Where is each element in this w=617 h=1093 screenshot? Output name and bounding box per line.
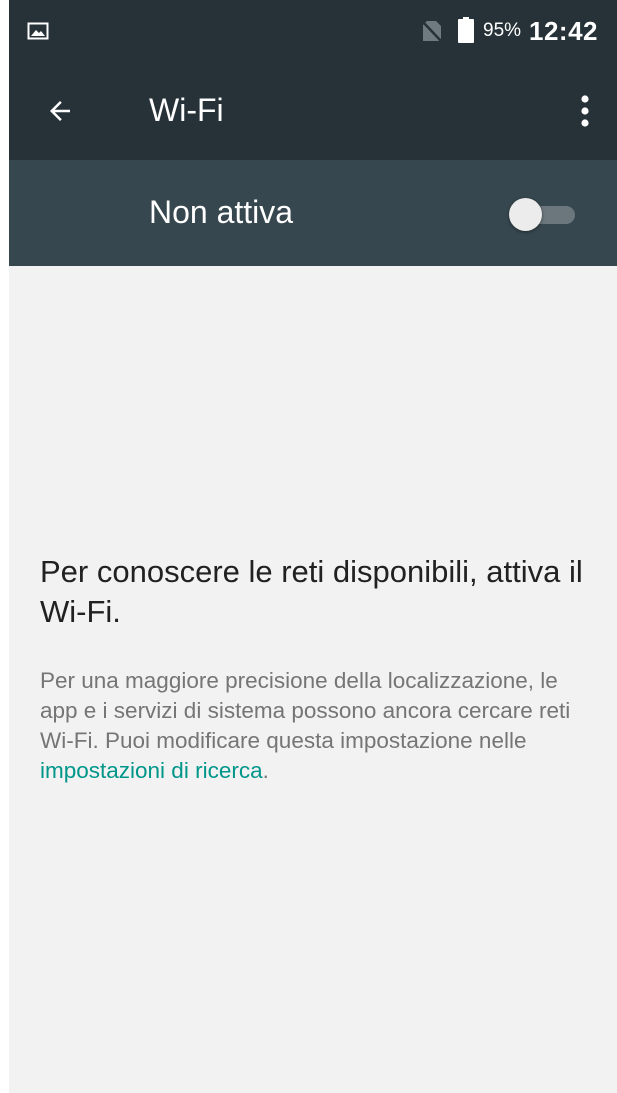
battery-icon [458, 17, 474, 43]
wifi-settings-screen: 95% 12:42 Wi-Fi Non attiva Per conoscere… [9, 0, 617, 1093]
description-end: . [262, 758, 269, 783]
wifi-master-switch-bar[interactable]: Non attiva [9, 160, 617, 266]
empty-state-description: Per una maggiore precisione della locali… [40, 666, 600, 786]
scan-settings-link[interactable]: impostazioni di ricerca [40, 758, 263, 783]
toolbar: Wi-Fi [9, 62, 617, 160]
status-bar: 95% 12:42 [9, 0, 617, 62]
battery-percent: 95% [483, 20, 522, 41]
wifi-toggle[interactable] [507, 198, 579, 231]
overflow-menu-button[interactable] [561, 84, 609, 138]
wifi-switch-label: Non attiva [149, 194, 294, 230]
toggle-thumb [509, 198, 542, 231]
arrow-back-icon [50, 101, 70, 121]
image-notification-icon [27, 22, 49, 40]
empty-state-title: Per conoscere le reti disponibili, attiv… [40, 554, 583, 629]
back-button[interactable] [33, 84, 87, 138]
no-sim-icon [422, 21, 442, 42]
page-title: Wi-Fi [149, 92, 224, 128]
more-vert-icon [581, 95, 589, 127]
description-text: Per una maggiore precisione della locali… [40, 668, 571, 753]
status-time: 12:42 [529, 16, 598, 46]
